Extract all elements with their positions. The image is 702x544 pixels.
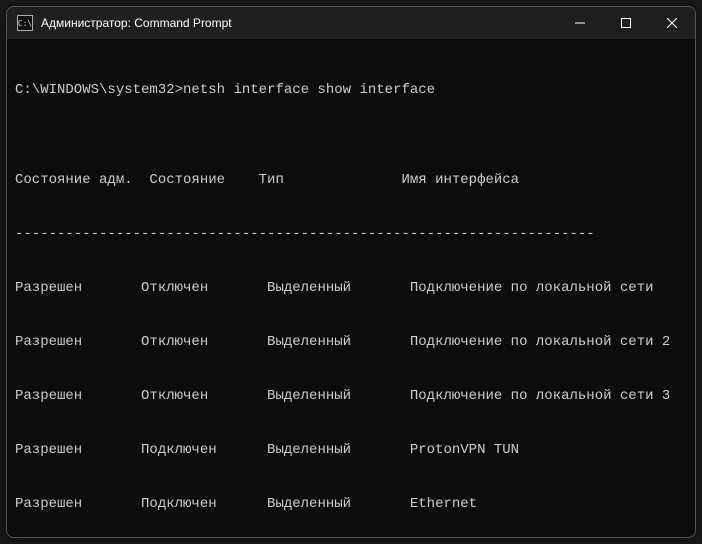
minimize-icon [575,18,585,28]
maximize-icon [621,18,631,28]
titlebar[interactable]: C:\ Администратор: Command Prompt [7,7,695,39]
close-icon [667,18,677,28]
app-icon: C:\ [17,15,33,31]
close-button[interactable] [649,7,695,39]
table-row: Разрешен Отключен Выделенный Подключение… [15,387,687,405]
table-row: Разрешен Отключен Выделенный Подключение… [15,333,687,351]
table-divider: ----------------------------------------… [15,225,687,243]
window-title: Администратор: Command Prompt [41,16,232,30]
window-controls [557,7,695,39]
table-header: Состояние адм. Состояние Тип Имя интерфе… [15,171,687,189]
minimize-button[interactable] [557,7,603,39]
prompt: C:\WINDOWS\system32> [15,82,183,98]
maximize-button[interactable] [603,7,649,39]
prompt-line: C:\WINDOWS\system32>netsh interface show… [15,81,687,99]
table-row: Разрешен Подключен Выделенный ProtonVPN … [15,441,687,459]
terminal-output[interactable]: C:\WINDOWS\system32>netsh interface show… [7,39,695,537]
command-text: netsh interface show interface [183,82,435,98]
table-row: Разрешен Подключен Выделенный Ethernet [15,495,687,513]
table-row: Разрешен Отключен Выделенный Подключение… [15,279,687,297]
command-prompt-window: C:\ Администратор: Command Prompt C:\WIN… [6,6,696,538]
